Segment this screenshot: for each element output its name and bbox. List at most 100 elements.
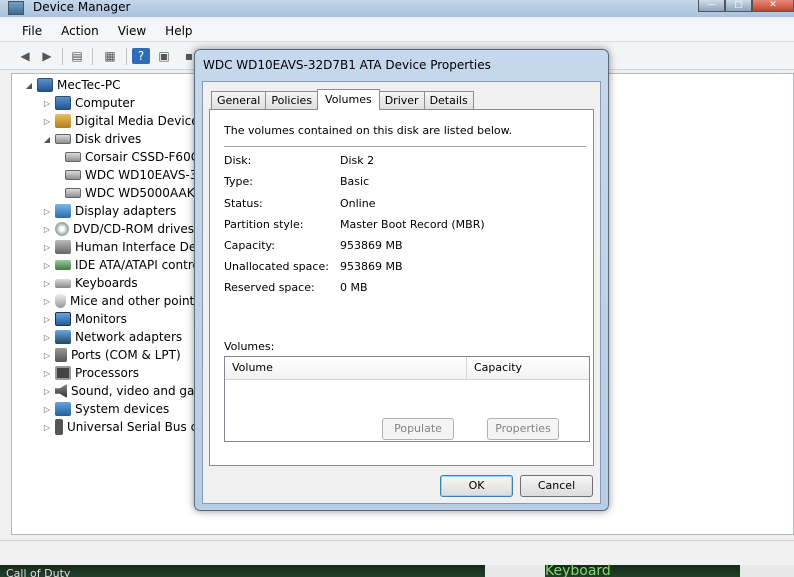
- tree-category[interactable]: ▷ Ports (COM & LPT): [42, 346, 181, 364]
- tree-category-label: Universal Serial Bus co: [67, 420, 205, 434]
- tab-strip: General Policies Volumes Driver Details: [211, 89, 474, 110]
- computer-icon: [55, 96, 71, 110]
- tree-category[interactable]: ▷ System devices: [42, 400, 169, 418]
- expand-icon[interactable]: ▷: [42, 261, 52, 270]
- property-label: Reserved space:: [224, 281, 315, 294]
- tree-category-label: DVD/CD-ROM drives: [73, 222, 195, 236]
- tab-details[interactable]: Details: [423, 91, 474, 110]
- tree-category-label: Display adapters: [75, 204, 177, 218]
- expand-icon[interactable]: ▷: [42, 351, 52, 360]
- tab-policies[interactable]: Policies: [265, 91, 319, 110]
- property-value: Online: [340, 197, 376, 210]
- tree-category[interactable]: ▷ Processors: [42, 364, 139, 382]
- tree-category[interactable]: ▷ Mice and other pointin: [42, 292, 205, 310]
- taskbar: Call of Duty Keyboard: [0, 564, 794, 577]
- expand-icon[interactable]: ▷: [42, 315, 52, 324]
- collapse-icon[interactable]: ◢: [24, 81, 34, 90]
- tree-category[interactable]: ▷ Network adapters: [42, 328, 182, 346]
- expand-icon[interactable]: ▷: [42, 369, 52, 378]
- status-bar: [0, 540, 794, 565]
- divider: [224, 146, 586, 147]
- collapse-icon[interactable]: ◢: [42, 135, 52, 144]
- expand-icon[interactable]: ▷: [42, 99, 52, 108]
- tree-category[interactable]: ▷ Monitors: [42, 310, 127, 328]
- tree-device[interactable]: WDC WD10EAVS-3: [62, 166, 198, 184]
- system-icon: [55, 402, 71, 416]
- tree-category[interactable]: ▷ DVD/CD-ROM drives: [42, 220, 194, 238]
- expand-icon[interactable]: ▷: [42, 207, 52, 216]
- tree-category[interactable]: ▷ Sound, video and gam: [42, 382, 206, 400]
- expand-icon[interactable]: ▷: [42, 405, 52, 414]
- column-header-volume[interactable]: Volume: [225, 357, 467, 380]
- tree-device[interactable]: Corsair CSSD-F60G: [62, 148, 200, 166]
- title-bar[interactable]: Device Manager — □ ✕: [0, 0, 794, 17]
- property-label: Capacity:: [224, 239, 275, 252]
- tab-general[interactable]: General: [211, 91, 267, 110]
- tree-category[interactable]: ▷ Universal Serial Bus co: [42, 418, 205, 436]
- menu-action[interactable]: Action: [49, 20, 106, 41]
- scan-hardware-icon[interactable]: ▣: [155, 48, 173, 64]
- tree-category[interactable]: ▷ Human Interface Devic: [42, 238, 213, 256]
- hid-icon: [55, 240, 71, 254]
- tree-category-label: Processors: [75, 366, 140, 380]
- property-label: Unallocated space:: [224, 260, 329, 273]
- ok-button[interactable]: OK: [440, 475, 513, 497]
- menu-view[interactable]: View: [106, 20, 153, 41]
- tree-category[interactable]: ▷ Keyboards: [42, 274, 138, 292]
- display-icon: [55, 204, 71, 218]
- tree-category-label: Sound, video and gam: [71, 384, 207, 398]
- dialog-title: WDC WD10EAVS-32D7B1 ATA Device Propertie…: [203, 58, 491, 72]
- back-arrow-icon[interactable]: ◀: [16, 48, 34, 64]
- tab-volumes[interactable]: Volumes: [317, 89, 380, 110]
- property-label: Type:: [224, 175, 253, 188]
- column-header-capacity[interactable]: Capacity: [467, 357, 587, 380]
- help-icon[interactable]: ?: [132, 48, 150, 64]
- property-value: Master Boot Record (MBR): [340, 218, 485, 231]
- tree-category[interactable]: ▷ Computer: [42, 94, 135, 112]
- tree-category[interactable]: ◢ Disk drives: [42, 130, 141, 148]
- tab-driver[interactable]: Driver: [378, 91, 425, 110]
- minimize-button[interactable]: —: [698, 0, 725, 12]
- tree-category[interactable]: ▷ Digital Media Devices: [42, 112, 205, 130]
- tree-device[interactable]: WDC WD5000AAKS: [62, 184, 202, 202]
- cancel-button[interactable]: Cancel: [520, 475, 593, 497]
- expand-icon[interactable]: ▷: [42, 117, 52, 126]
- taskbar-item[interactable]: [485, 565, 545, 577]
- expand-icon[interactable]: ▷: [42, 243, 52, 252]
- expand-icon[interactable]: ▷: [42, 297, 52, 306]
- tree-category-label: Network adapters: [75, 330, 183, 344]
- volumes-panel: The volumes contained on this disk are l…: [209, 109, 594, 466]
- property-label: Partition style:: [224, 218, 304, 231]
- tree-device-label: WDC WD5000AAKS: [85, 186, 203, 200]
- taskbar-item[interactable]: [740, 565, 794, 577]
- populate-button[interactable]: Populate: [382, 418, 454, 440]
- taskbar-item-keyboard[interactable]: Keyboard: [545, 564, 611, 577]
- media-icon: [55, 114, 71, 128]
- computer-icon: [37, 78, 53, 92]
- properties-icon[interactable]: ▦: [101, 48, 119, 64]
- expand-icon[interactable]: ▷: [42, 333, 52, 342]
- properties-dialog: WDC WD10EAVS-32D7B1 ATA Device Propertie…: [194, 49, 609, 511]
- expand-icon[interactable]: ▷: [42, 423, 52, 432]
- menu-help[interactable]: Help: [153, 20, 199, 41]
- volume-properties-button[interactable]: Properties: [487, 418, 559, 440]
- forward-arrow-icon[interactable]: ▶: [38, 48, 56, 64]
- property-value: 953869 MB: [340, 260, 403, 273]
- expand-icon[interactable]: ▷: [42, 387, 52, 396]
- expand-icon[interactable]: ▷: [42, 279, 52, 288]
- close-button[interactable]: ✕: [752, 0, 794, 12]
- taskbar-item-call-of-duty[interactable]: Call of Duty: [6, 568, 70, 577]
- show-hide-tree-icon[interactable]: ▤: [68, 48, 86, 64]
- tree-category-label: Computer: [75, 96, 135, 110]
- maximize-button[interactable]: □: [725, 0, 752, 12]
- tree-category[interactable]: ▷ Display adapters: [42, 202, 176, 220]
- property-value: 0 MB: [340, 281, 368, 294]
- menu-file[interactable]: File: [0, 20, 49, 41]
- expand-icon[interactable]: ▷: [42, 225, 52, 234]
- tree-category[interactable]: ▷ IDE ATA/ATAPI contro: [42, 256, 200, 274]
- property-row: Disk: Disk 2: [224, 154, 584, 168]
- keyboard-icon: [55, 278, 71, 288]
- tree-root[interactable]: ◢ MecTec-PC: [24, 76, 121, 94]
- device-manager-icon: [8, 1, 24, 15]
- processor-icon: [55, 366, 71, 380]
